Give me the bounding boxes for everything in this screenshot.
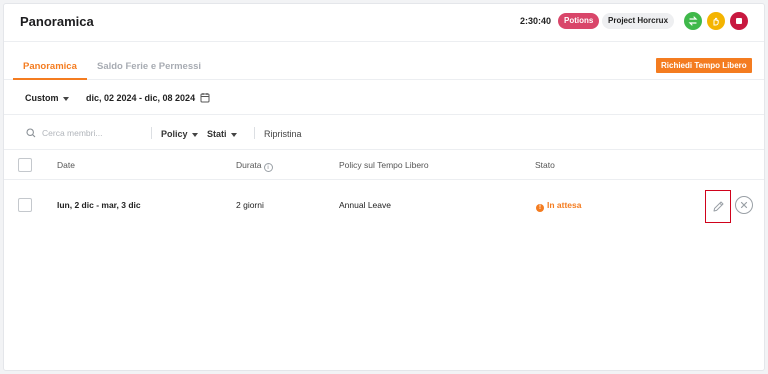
request-time-off-button[interactable]: Richiedi Tempo Libero bbox=[656, 58, 752, 73]
row-date: lun, 2 dic - mar, 3 dic bbox=[57, 200, 141, 210]
row-policy: Annual Leave bbox=[339, 200, 391, 210]
page-title: Panoramica bbox=[20, 14, 94, 29]
policy-filter[interactable]: Policy bbox=[161, 129, 198, 139]
chevron-down-icon bbox=[230, 132, 237, 137]
divider bbox=[151, 127, 152, 139]
top-bar: Panoramica 2:30:40 Potions Project Horcr… bbox=[4, 4, 764, 42]
status-filter-label: Stati bbox=[207, 129, 227, 139]
close-icon bbox=[740, 201, 748, 209]
calendar-icon[interactable] bbox=[200, 92, 210, 106]
table-header: Date Durata i Policy sul Tempo Libero Sta… bbox=[4, 150, 764, 180]
app-frame: Panoramica 2:30:40 Potions Project Horcr… bbox=[3, 3, 765, 371]
range-mode-label: Custom bbox=[25, 93, 59, 103]
filter-row: Policy Stati Ripristina bbox=[4, 116, 764, 150]
info-icon[interactable]: i bbox=[263, 163, 273, 172]
tab-panoramica[interactable]: Panoramica bbox=[23, 61, 77, 72]
column-date[interactable]: Date bbox=[57, 160, 75, 170]
tab-bar: Panoramica Saldo Ferie e Permessi bbox=[4, 42, 764, 80]
cancel-request-button[interactable] bbox=[735, 196, 753, 214]
tag-potions[interactable]: Potions bbox=[558, 13, 600, 29]
edit-button[interactable] bbox=[705, 190, 731, 223]
search-input[interactable] bbox=[42, 125, 142, 141]
tag-project[interactable]: Project Horcrux bbox=[602, 13, 675, 29]
search-icon bbox=[26, 128, 36, 141]
column-status[interactable]: Stato bbox=[535, 160, 555, 170]
swap-icon[interactable] bbox=[684, 12, 702, 30]
stop-icon[interactable] bbox=[730, 12, 748, 30]
row-duration: 2 giorni bbox=[236, 200, 264, 210]
row-checkbox[interactable] bbox=[18, 198, 32, 212]
active-tab-indicator bbox=[13, 78, 87, 80]
policy-filter-label: Policy bbox=[161, 129, 188, 139]
range-mode-select[interactable]: Custom bbox=[25, 93, 69, 103]
date-range-row: Custom dic, 02 2024 - dic, 08 2024 bbox=[4, 81, 764, 115]
reset-filters-link[interactable]: Ripristina bbox=[264, 129, 302, 139]
table-row: lun, 2 dic - mar, 3 dic 2 giorni Annual … bbox=[4, 181, 764, 229]
divider bbox=[254, 127, 255, 139]
timer: 2:30:40 bbox=[520, 16, 552, 26]
status-badge: ! In attesa bbox=[536, 200, 582, 212]
chevron-down-icon bbox=[62, 96, 69, 101]
tab-saldo-ferie[interactable]: Saldo Ferie e Permessi bbox=[97, 61, 201, 72]
status-filter[interactable]: Stati bbox=[207, 129, 237, 139]
date-range-label[interactable]: dic, 02 2024 - dic, 08 2024 bbox=[86, 93, 195, 103]
hand-icon[interactable] bbox=[707, 12, 725, 30]
select-all-checkbox[interactable] bbox=[18, 158, 32, 172]
column-duration[interactable]: Durata i bbox=[236, 160, 273, 172]
column-duration-label: Durata bbox=[236, 160, 262, 170]
chevron-down-icon bbox=[191, 132, 198, 137]
status-label: In attesa bbox=[547, 200, 582, 210]
column-policy[interactable]: Policy sul Tempo Libero bbox=[339, 160, 429, 170]
pencil-icon bbox=[713, 201, 723, 212]
pending-icon: ! bbox=[536, 204, 544, 212]
